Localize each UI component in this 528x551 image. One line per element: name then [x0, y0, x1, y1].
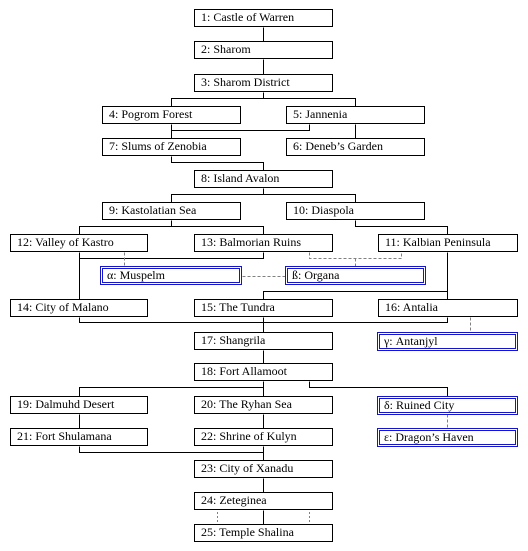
- node-sharom: 2: Sharom: [194, 41, 333, 59]
- node-jannenia: 5: Jannenia: [286, 106, 425, 124]
- node-city-of-xanadu: 23: City of Xanadu: [194, 460, 333, 478]
- node-secret-antanjyl: γ: Antanjyl: [377, 332, 518, 351]
- node-city-of-malano: 14: City of Malano: [10, 299, 148, 317]
- node-fort-shulamana: 21: Fort Shulamana: [10, 428, 148, 446]
- node-antalia: 16: Antalia: [378, 299, 518, 317]
- edge-13-11-beta: [309, 252, 402, 259]
- node-valley-of-kastro: 12: Valley of Kastro: [10, 234, 148, 252]
- node-the-tundra: 15: The Tundra: [194, 299, 333, 317]
- edge-7-8: [171, 156, 264, 171]
- node-zeteginea: 24: Zeteginea: [194, 492, 333, 510]
- edge-18-delta: [309, 381, 448, 397]
- node-balmorian-ruins: 13: Balmorian Ruins: [194, 234, 333, 252]
- node-secret-ruined-city: δ: Ruined City: [377, 396, 518, 415]
- node-fort-allamoot: 18: Fort Allamoot: [194, 363, 333, 381]
- node-the-ryhan-sea: 20: The Ryhan Sea: [194, 396, 333, 414]
- edge-21-23: [79, 446, 264, 453]
- node-secret-muspelm: α: Muspelm: [100, 266, 242, 285]
- node-dalmuhd-desert: 19: Dalmuhd Desert: [10, 396, 148, 414]
- node-shrine-of-kulyn: 22: Shrine of Kulyn: [194, 428, 333, 446]
- node-secret-organa: ß: Organa: [285, 266, 426, 285]
- edge-5-7: [171, 124, 310, 131]
- edge-10-11: [355, 220, 448, 235]
- node-island-avalon: 8: Island Avalon: [194, 170, 333, 188]
- node-shangrila: 17: Shangrila: [194, 332, 333, 350]
- node-pogrom-forest: 4: Pogrom Forest: [102, 106, 241, 124]
- node-castle-of-warren: 1: Castle of Warren: [194, 9, 333, 27]
- node-diaspola: 10: Diaspola: [286, 202, 425, 220]
- node-denebs-garden: 6: Deneb’s Garden: [286, 138, 425, 156]
- node-secret-dragons-haven: ε: Dragon’s Haven: [377, 428, 518, 447]
- node-sharom-district: 3: Sharom District: [194, 74, 333, 92]
- edge-13-14: [79, 252, 264, 259]
- node-kalbian-peninsula: 11: Kalbian Peninsula: [378, 234, 518, 252]
- node-kastolatian-sea: 9: Kastolatian Sea: [102, 202, 241, 220]
- progression-diagram: 1: Castle of Warren 2: Sharom 3: Sharom …: [0, 0, 528, 551]
- node-temple-shalina: 25: Temple Shalina: [194, 524, 333, 542]
- node-slums-of-zenobia: 7: Slums of Zenobia: [102, 138, 241, 156]
